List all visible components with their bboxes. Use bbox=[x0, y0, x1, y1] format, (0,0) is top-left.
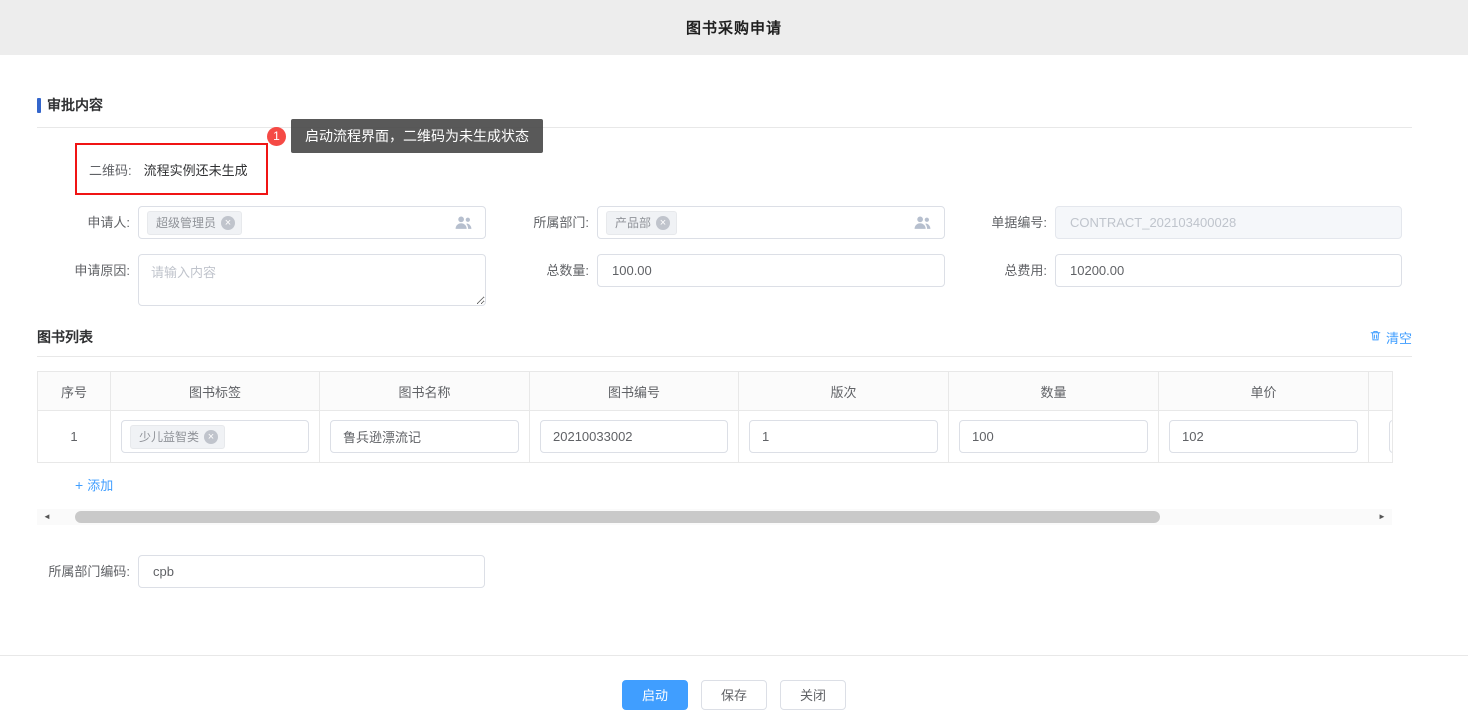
approval-section-title: 审批内容 bbox=[47, 95, 103, 115]
column-header-index: 序号 bbox=[38, 372, 111, 411]
book-name-input[interactable] bbox=[330, 420, 519, 453]
department-tag-text: 产品部 bbox=[615, 214, 651, 231]
dept-code-label: 所属部门编码: bbox=[37, 555, 138, 588]
scroll-left-icon[interactable]: ◄ bbox=[37, 512, 57, 521]
people-icon[interactable] bbox=[913, 215, 932, 230]
add-row: + 添加 bbox=[37, 463, 1392, 507]
tag-close-icon[interactable]: × bbox=[204, 430, 218, 444]
approval-section-header: 审批内容 bbox=[37, 95, 1412, 128]
trash-icon bbox=[1369, 329, 1382, 345]
applicant-input[interactable]: 超级管理员 × bbox=[138, 206, 486, 239]
book-number-cell bbox=[530, 411, 739, 463]
annotation: 1 启动流程界面，二维码为未生成状态 bbox=[267, 119, 543, 153]
clear-label: 清空 bbox=[1386, 328, 1412, 347]
column-header-edition: 版次 bbox=[739, 372, 949, 411]
doc-no-label: 单据编号: bbox=[945, 206, 1055, 239]
horizontal-scrollbar[interactable]: ◄ ► bbox=[37, 509, 1392, 525]
table-row: 1 少儿益智类 × bbox=[38, 411, 1393, 463]
form-row-1: 申请人: 超级管理员 × 所属部门: 产品部 × bbox=[37, 206, 1468, 239]
page-title: 图书采购申请 bbox=[686, 17, 782, 38]
column-header-quantity: 数量 bbox=[949, 372, 1159, 411]
book-number-input[interactable] bbox=[540, 420, 728, 453]
book-price-input[interactable] bbox=[1169, 420, 1358, 453]
main-content: 审批内容 二维码: 流程实例还未生成 1 启动流程界面，二维码为未生成状态 申请… bbox=[0, 95, 1468, 588]
book-edition-cell bbox=[739, 411, 949, 463]
save-button[interactable]: 保存 bbox=[701, 680, 767, 710]
annotation-tooltip: 启动流程界面，二维码为未生成状态 bbox=[291, 119, 543, 153]
section-marker-bar bbox=[37, 98, 41, 113]
close-button[interactable]: 关闭 bbox=[780, 680, 846, 710]
department-label: 所属部门: bbox=[486, 206, 597, 239]
add-button[interactable]: + 添加 bbox=[75, 475, 113, 494]
table-header-row: 序号 图书标签 图书名称 图书编号 版次 数量 单价 bbox=[38, 372, 1393, 411]
book-quantity-input[interactable] bbox=[959, 420, 1148, 453]
applicant-tag-text: 超级管理员 bbox=[156, 214, 216, 231]
column-header-number: 图书编号 bbox=[530, 372, 739, 411]
scrollbar-thumb[interactable] bbox=[75, 511, 1160, 523]
tag-close-icon[interactable]: × bbox=[656, 216, 670, 230]
column-header-tag: 图书标签 bbox=[111, 372, 320, 411]
doc-no-input bbox=[1055, 206, 1402, 239]
book-tag-input[interactable]: 少儿益智类 × bbox=[121, 420, 309, 453]
column-header-name: 图书名称 bbox=[320, 372, 530, 411]
total-qty-input[interactable] bbox=[597, 254, 945, 287]
tag-close-icon[interactable]: × bbox=[221, 216, 235, 230]
reason-label: 申请原因: bbox=[37, 254, 138, 287]
partial-input[interactable] bbox=[1389, 420, 1393, 453]
qr-highlight-box: 二维码: 流程实例还未生成 bbox=[75, 143, 268, 195]
book-extra-cell bbox=[1369, 411, 1393, 463]
book-tag-text: 少儿益智类 bbox=[139, 428, 199, 445]
book-tag: 少儿益智类 × bbox=[130, 425, 225, 449]
footer: 启动 保存 关闭 bbox=[0, 655, 1468, 710]
people-icon[interactable] bbox=[454, 215, 473, 230]
book-price-cell bbox=[1159, 411, 1369, 463]
book-tag-cell: 少儿益智类 × bbox=[111, 411, 320, 463]
plus-icon: + bbox=[75, 477, 83, 493]
book-name-cell bbox=[320, 411, 530, 463]
annotation-badge: 1 bbox=[267, 127, 286, 146]
applicant-tag: 超级管理员 × bbox=[147, 211, 242, 235]
department-input[interactable]: 产品部 × bbox=[597, 206, 945, 239]
page: 图书采购申请 审批内容 二维码: 流程实例还未生成 1 启动流程界面，二维码为未… bbox=[0, 0, 1468, 713]
book-table: 序号 图书标签 图书名称 图书编号 版次 数量 单价 1 少儿益 bbox=[37, 371, 1393, 463]
column-header-price: 单价 bbox=[1159, 372, 1369, 411]
start-button[interactable]: 启动 bbox=[622, 680, 688, 710]
reason-textarea[interactable] bbox=[138, 254, 486, 306]
qr-area: 二维码: 流程实例还未生成 1 启动流程界面，二维码为未生成状态 bbox=[37, 143, 1468, 195]
total-cost-input[interactable] bbox=[1055, 254, 1402, 287]
form-row-2: 申请原因: 总数量: 总费用: bbox=[37, 254, 1468, 306]
column-header-extra bbox=[1369, 372, 1393, 411]
department-tag: 产品部 × bbox=[606, 211, 677, 235]
clear-button[interactable]: 清空 bbox=[1369, 328, 1412, 347]
book-list-section-header: 图书列表 清空 bbox=[37, 327, 1412, 357]
dept-code-row: 所属部门编码: bbox=[37, 555, 1468, 588]
applicant-label: 申请人: bbox=[37, 206, 138, 239]
qr-value: 流程实例还未生成 bbox=[144, 160, 248, 179]
row-index-cell: 1 bbox=[38, 411, 111, 463]
book-edition-input[interactable] bbox=[749, 420, 938, 453]
dept-code-input[interactable] bbox=[138, 555, 485, 588]
book-list-section-title: 图书列表 bbox=[37, 327, 93, 347]
qr-label: 二维码: bbox=[89, 160, 132, 179]
scroll-right-icon[interactable]: ► bbox=[1372, 512, 1392, 521]
add-label: 添加 bbox=[87, 475, 113, 494]
total-cost-label: 总费用: bbox=[945, 254, 1055, 287]
total-qty-label: 总数量: bbox=[486, 254, 597, 287]
top-bar: 图书采购申请 bbox=[0, 0, 1468, 55]
book-quantity-cell bbox=[949, 411, 1159, 463]
